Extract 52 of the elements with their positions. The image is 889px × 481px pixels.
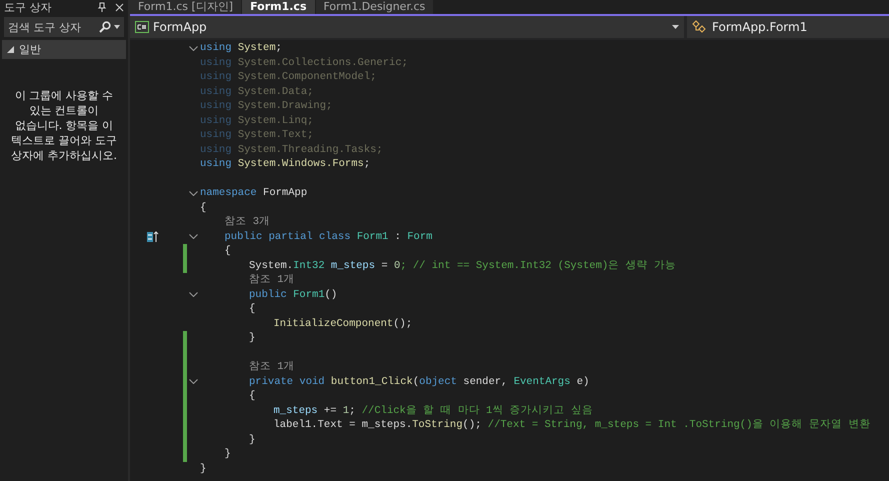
code-line: using System.Windows.Forms;	[200, 157, 370, 172]
code-line: InitializeComponent();	[274, 316, 412, 331]
document-tab[interactable]: Form1.cs	[242, 0, 314, 14]
designer-marker-icon[interactable]	[146, 230, 159, 243]
fold-chevron-icon[interactable]	[189, 292, 198, 298]
caret-icon	[672, 25, 679, 29]
code-line: using System.ComponentModel;	[200, 70, 376, 84]
code-line: 참조 1개	[249, 360, 295, 374]
code-line: label1.Text = m_steps.ToString(); //Text = String, m_steps = Int .ToString()을 이용해 문자열 변환	[274, 418, 870, 432]
fold-chevron-icon[interactable]	[189, 234, 198, 240]
caret-icon[interactable]	[114, 25, 120, 29]
code-line: System.Int32 m_steps = 0; // int == System.Int32 (System)은 생략 가능	[249, 258, 676, 273]
code-line: private void button1_Click(object sender, EventArgs e)	[249, 374, 590, 389]
code-line: 참조 3개	[224, 215, 270, 230]
code-line: using System;	[200, 41, 282, 56]
document-tab[interactable]: Form1.Designer.cs	[316, 0, 434, 14]
document-tab[interactable]: Form1.cs [디자인]	[130, 0, 242, 14]
code-line: using System.Linq;	[200, 114, 314, 128]
code-line: m_steps += 1; //Click을 할 때 마다 1씩 증가시키고 싶음	[274, 404, 593, 418]
group-label: 일반	[19, 42, 41, 57]
empty-group-message: 이 그룹에 사용할 수 있는 컨트롤이 없습니다. 항목을 이 텍스트로 끌어와 도구 상자에 추가하십시오.	[10, 88, 118, 163]
search-box[interactable]: 검색 도구 상자	[4, 17, 124, 37]
code-line: 참조 1개	[249, 273, 295, 288]
code-line: using System.Text;	[200, 128, 314, 142]
search-icon	[99, 21, 111, 33]
code-line: using System.Drawing;	[200, 99, 332, 114]
panel-title: 도구 상자	[4, 0, 52, 14]
code-line: }	[249, 331, 256, 346]
search-input[interactable]: 검색 도구 상자	[8, 20, 96, 34]
code-line: {	[200, 200, 206, 215]
code-line: public Form1()	[249, 288, 338, 302]
expanded-triangle-icon[interactable]	[7, 46, 14, 53]
code-line: using System.Collections.Generic;	[200, 56, 408, 70]
class-icon	[692, 20, 708, 34]
member-dropdown[interactable]: FormApp.Form1	[687, 16, 889, 38]
fold-chevron-icon[interactable]	[189, 46, 198, 51]
code-line: namespace FormApp	[200, 186, 308, 200]
code-line: using System.Data;	[200, 84, 314, 99]
code-line: {	[224, 244, 231, 258]
code-line: {	[249, 302, 256, 316]
code-line: public partial class Form1 : Form	[224, 230, 432, 244]
fold-chevron-icon[interactable]	[189, 379, 198, 384]
csharp-file-icon	[135, 21, 149, 33]
code-line: }	[224, 447, 231, 462]
toolbox-group-header[interactable]: 일반	[2, 40, 126, 59]
fold-chevron-icon[interactable]	[189, 190, 198, 196]
code-line: using System.Threading.Tasks;	[200, 142, 383, 157]
code-line: }	[200, 462, 206, 476]
code-line: }	[249, 432, 256, 447]
close-icon[interactable]	[115, 2, 124, 12]
pin-icon[interactable]	[97, 2, 107, 12]
code-line: {	[249, 389, 256, 404]
